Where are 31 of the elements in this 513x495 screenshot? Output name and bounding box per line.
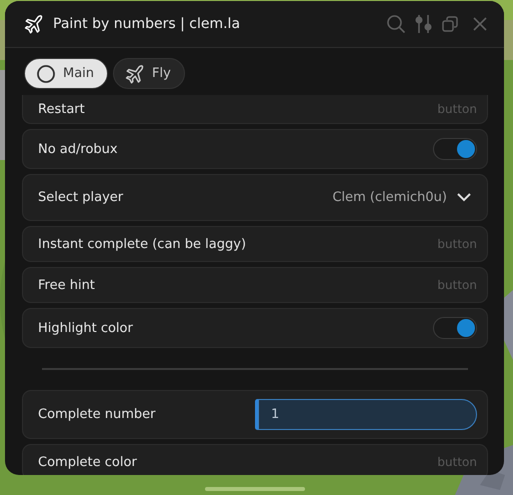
option-label: Free hint [38, 278, 96, 292]
search-icon[interactable] [386, 14, 406, 34]
copy-icon[interactable] [442, 16, 458, 32]
toggle-switch[interactable] [433, 317, 477, 339]
option-row[interactable]: Restart button [22, 95, 488, 124]
option-label: Select player [38, 190, 124, 205]
toggle-switch[interactable] [433, 138, 477, 160]
chevron-down-icon[interactable] [457, 193, 471, 202]
button-hint: button [437, 102, 477, 116]
tab[interactable]: Main [24, 58, 108, 89]
circle-icon [36, 64, 56, 84]
close-icon[interactable] [473, 17, 487, 31]
option-label: Complete number [38, 407, 157, 422]
button-hint: button [437, 278, 477, 292]
button-hint: button [437, 237, 477, 251]
airplane-icon [125, 64, 146, 84]
option-label: Instant complete (can be laggy) [38, 236, 248, 252]
option-label: No ad/robux [38, 142, 119, 156]
option-label: Restart [38, 102, 86, 116]
input-field[interactable]: 1 [258, 399, 477, 430]
option-label: Highlight color [38, 320, 134, 336]
option-row[interactable]: Complete color button [22, 444, 488, 475]
option-row[interactable]: Instant complete (can be laggy) button [22, 226, 488, 262]
dropdown-value[interactable]: Clem (clemich0u) [332, 190, 447, 205]
option-row[interactable]: Free hint button [22, 267, 488, 303]
sliders-icon[interactable] [415, 14, 433, 34]
airplane-icon [24, 14, 44, 34]
option-label: Complete color [38, 454, 138, 470]
window-title: Paint by numbers | clem.la [53, 16, 242, 32]
tab[interactable]: Fly [113, 58, 185, 89]
button-hint: button [437, 455, 477, 469]
